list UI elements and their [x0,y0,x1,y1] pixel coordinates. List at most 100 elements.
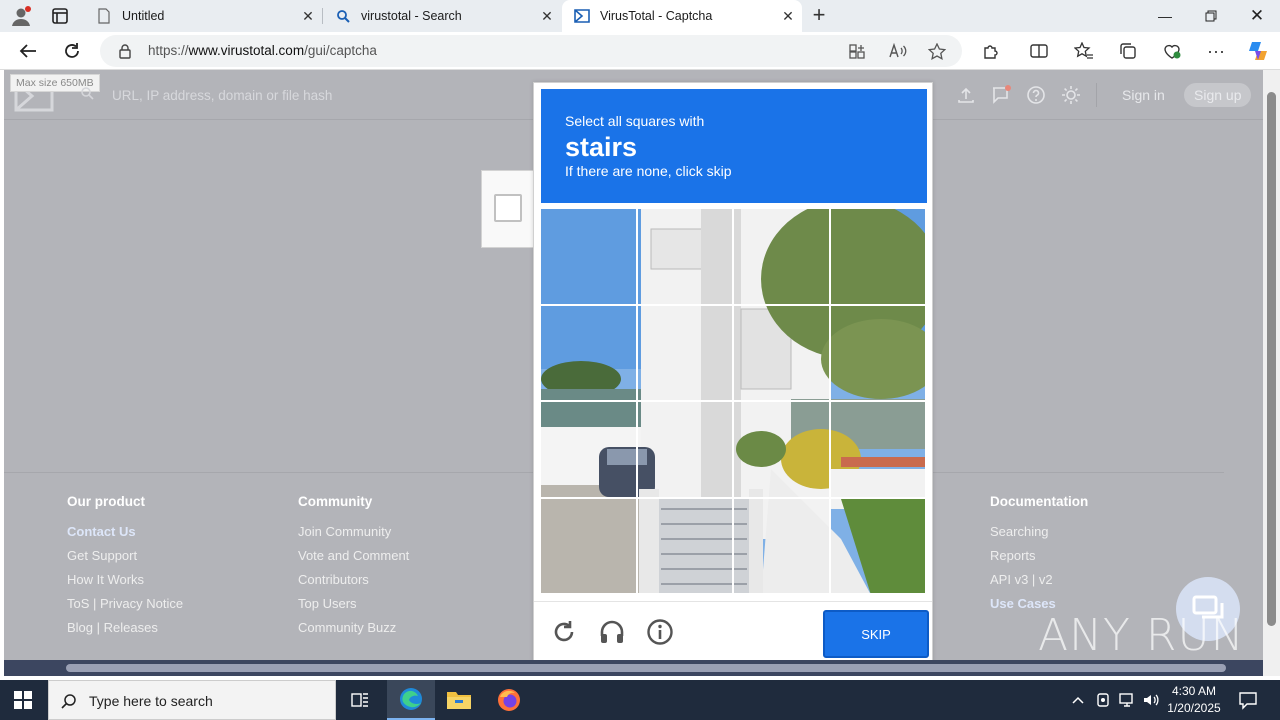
taskbar-search-placeholder: Type here to search [89,693,213,709]
footer-link-blog-releases[interactable]: Blog | Releases [67,620,183,644]
browser-titlebar: Untitled ✕ virustotal - Search ✕ VirusTo… [0,0,1280,32]
collections-icon[interactable] [1114,38,1142,64]
captcha-tile[interactable] [637,402,734,499]
vt-search-input[interactable]: URL, IP address, domain or file hash [112,88,332,103]
reload-icon[interactable] [550,618,578,646]
address-bar[interactable]: https://www.virustotal.com/gui/captcha [100,35,962,67]
read-aloud-icon[interactable] [888,42,908,64]
footer-link-top-users[interactable]: Top Users [298,596,409,620]
close-icon[interactable]: ✕ [294,8,322,25]
copilot-icon[interactable] [1244,38,1272,64]
volume-icon[interactable] [1142,691,1160,709]
favorites-icon[interactable] [1070,38,1098,64]
captcha-tile[interactable] [734,209,831,306]
footer-link-vote-comment[interactable]: Vote and Comment [298,548,409,572]
captcha-tile[interactable] [734,402,831,499]
captcha-tile[interactable] [637,305,734,402]
edge-browser-icon[interactable] [387,680,435,720]
footer-link-api[interactable]: API v3 | v2 [990,572,1088,596]
chat-notifications-icon[interactable] [991,85,1011,105]
scrollbar-thumb[interactable] [1267,92,1276,626]
captcha-tile-grid [541,209,927,595]
audio-headphones-icon[interactable] [598,618,626,646]
tray-app-icon[interactable] [1095,691,1111,709]
close-icon[interactable]: ✕ [774,8,802,25]
footer-link-reports[interactable]: Reports [990,548,1088,572]
captcha-tile[interactable] [541,498,638,595]
scrollbar-thumb[interactable] [66,664,1226,672]
minimize-button[interactable]: — [1142,0,1188,32]
split-screen-icon[interactable] [1025,38,1053,64]
windows-start-icon[interactable] [14,691,32,709]
footer-link-searching[interactable]: Searching [990,524,1088,548]
skip-button[interactable]: SKIP [823,610,929,658]
anyrun-watermark: ANY RUN [1038,610,1245,660]
refresh-button[interactable] [58,38,86,64]
captcha-tile[interactable] [830,402,927,499]
captcha-hint: If there are none, click skip [565,163,732,179]
extensions-icon[interactable] [977,38,1005,64]
footer-link-tos-privacy[interactable]: ToS | Privacy Notice [67,596,183,620]
footer-col-community: Community Join Community Vote and Commen… [298,494,409,644]
url-prefix: https:// [148,43,189,58]
profile-icon[interactable] [10,5,32,27]
url-text[interactable]: https://www.virustotal.com/gui/captcha [148,43,377,58]
search-icon [61,694,76,709]
theme-sun-icon[interactable] [1061,85,1081,105]
tray-chevron-icon[interactable] [1070,691,1086,709]
tab-untitled[interactable]: Untitled ✕ [84,0,322,32]
captcha-tile[interactable] [541,305,638,402]
captcha-tile[interactable] [541,209,638,306]
clock-time: 4:30 AM [1171,684,1217,698]
sign-up-button[interactable]: Sign up [1184,83,1252,107]
close-icon[interactable]: ✕ [533,8,561,25]
browser-essentials-icon[interactable] [1158,38,1186,64]
taskbar-search-box[interactable]: Type here to search [48,680,336,720]
recaptcha-checkbox[interactable] [494,194,522,222]
footer-link-contact-us[interactable]: Contact Us [67,524,183,548]
restore-button[interactable] [1188,0,1234,32]
captcha-tile[interactable] [830,498,927,595]
clock-date: 1/20/2025 [1167,701,1221,715]
document-icon [96,8,112,24]
close-window-button[interactable]: ✕ [1234,0,1280,32]
footer-col-documentation: Documentation Searching Reports API v3 |… [990,494,1088,620]
upload-icon[interactable] [956,85,976,105]
file-explorer-icon[interactable] [435,680,483,720]
captcha-tile[interactable] [830,305,927,402]
app-available-icon[interactable] [848,43,866,64]
favorite-star-icon[interactable] [927,42,947,65]
footer-heading: Documentation [990,494,1089,509]
vertical-scrollbar[interactable] [1263,70,1280,676]
captcha-tile[interactable] [541,402,638,499]
help-icon[interactable] [1026,85,1046,105]
footer-heading: Community [298,494,373,509]
info-icon[interactable] [646,618,674,646]
captcha-tile[interactable] [734,498,831,595]
tab-virustotal-search[interactable]: virustotal - Search ✕ [323,0,561,32]
tab-title: VirusTotal - Captcha [600,9,713,23]
firefox-icon[interactable] [485,680,533,720]
horizontal-scrollbar[interactable] [4,660,1263,676]
tab-virustotal-captcha[interactable]: VirusTotal - Captcha ✕ [562,0,802,32]
captcha-tile[interactable] [734,305,831,402]
notifications-icon[interactable] [1238,690,1258,710]
footer-link-contributors[interactable]: Contributors [298,572,409,596]
taskbar-clock[interactable]: 4:30 AM 1/20/2025 [1160,683,1228,717]
back-button[interactable] [14,38,42,64]
footer-link-join-community[interactable]: Join Community [298,524,409,548]
footer-link-community-buzz[interactable]: Community Buzz [298,620,409,644]
footer-link-get-support[interactable]: Get Support [67,548,183,572]
task-view-icon[interactable] [336,680,384,720]
new-tab-button[interactable]: + [806,4,832,28]
footer-link-how-it-works[interactable]: How It Works [67,572,183,596]
lock-icon[interactable] [118,43,132,64]
captcha-tile[interactable] [830,209,927,306]
network-icon[interactable] [1118,691,1136,709]
tab-actions-icon[interactable] [48,5,72,27]
captcha-footer: SKIP [534,601,932,663]
captcha-tile[interactable] [637,209,734,306]
captcha-tile[interactable] [637,498,734,595]
settings-more-icon[interactable]: ··· [1202,38,1230,64]
sign-in-link[interactable]: Sign in [1122,87,1165,103]
